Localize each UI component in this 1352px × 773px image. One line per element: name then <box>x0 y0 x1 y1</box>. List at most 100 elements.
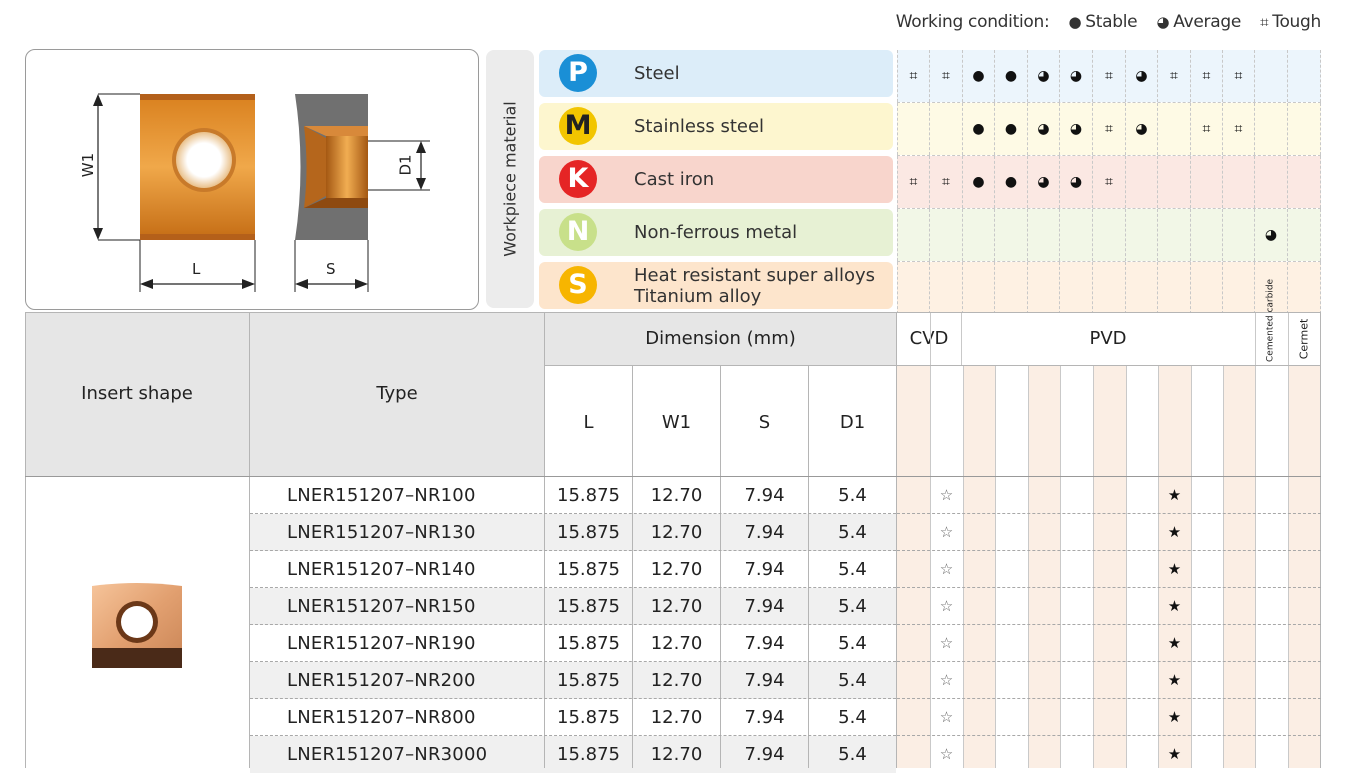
header-bottom-line <box>25 476 1321 477</box>
grade-divider <box>1191 366 1192 768</box>
dim-s-cell: 7.94 <box>744 670 785 691</box>
dim-l-cell: 15.875 <box>557 670 620 691</box>
grade-divider <box>1255 313 1256 768</box>
material-row-m: M Stainless steel <box>539 103 893 150</box>
grade-divider <box>963 366 964 768</box>
material-p-icon: P <box>559 54 597 92</box>
grade-divider <box>1060 366 1061 768</box>
condition-cell <box>897 262 930 314</box>
row-separator <box>897 624 1321 625</box>
grade-divider <box>1288 313 1289 768</box>
working-condition-legend: Working condition: ● Stable ◕ Average ⌗ Tou… <box>895 12 1322 32</box>
stable-icon: ● <box>995 103 1028 155</box>
dim-col-d1: D1 <box>839 412 866 433</box>
condition-cell <box>963 262 995 314</box>
condition-cell <box>995 209 1028 261</box>
row-separator <box>897 513 1321 514</box>
recommended-star-icon: ☆ <box>939 634 954 652</box>
condition-cell <box>1028 209 1060 261</box>
dim-l-cell: 15.875 <box>557 596 620 617</box>
dim-d1-cell: 5.4 <box>838 596 867 617</box>
cvd-header: CVD <box>909 328 949 349</box>
primary-star-icon: ★ <box>1167 486 1182 504</box>
row-separator <box>250 735 896 736</box>
primary-star-icon: ★ <box>1167 523 1182 541</box>
condition-cell <box>1028 262 1060 314</box>
recommended-star-icon: ☆ <box>939 597 954 615</box>
type-cell: LNER151207–NR200 <box>287 670 476 691</box>
condition-cell <box>897 103 930 155</box>
tough-icon: ⌗ <box>1191 103 1223 155</box>
recommended-star-icon: ☆ <box>939 745 954 763</box>
condition-cell <box>1288 156 1321 208</box>
dim-w1-cell: 12.70 <box>650 522 703 543</box>
dim-d1-cell: 5.4 <box>838 670 867 691</box>
material-name: Stainless steel <box>634 116 765 137</box>
condition-cell <box>1060 262 1093 314</box>
cermet-header: Cermet <box>1297 318 1311 360</box>
condition-cell <box>1255 103 1288 155</box>
recommended-star-icon: ☆ <box>939 486 954 504</box>
material-name: Cast iron <box>634 169 715 190</box>
tough-icon: ⌗ <box>1093 103 1126 155</box>
legend-average-label: Average <box>1173 12 1241 32</box>
dim-s-cell: 7.94 <box>744 485 785 506</box>
condition-cell <box>1255 50 1288 102</box>
condition-cell <box>1288 262 1321 314</box>
condition-cell <box>1126 262 1158 314</box>
cermet-header-cell: Cermet <box>1288 316 1320 362</box>
condition-cell <box>897 209 930 261</box>
type-cell: LNER151207–NR150 <box>287 596 476 617</box>
grade-divider <box>995 366 996 768</box>
condition-row-s <box>897 262 1321 314</box>
table-divider <box>249 313 250 768</box>
dim-d1-cell: 5.4 <box>838 744 867 765</box>
tough-icon: ⌗ <box>930 50 963 102</box>
condition-cell <box>1126 209 1158 261</box>
cemented-header-cell: Cemented carbide <box>1256 279 1286 362</box>
condition-cell <box>1158 209 1191 261</box>
dim-w1-cell: 12.70 <box>650 707 703 728</box>
stable-icon: ● <box>995 156 1028 208</box>
row-separator <box>250 550 896 551</box>
material-row-k: K Cast iron <box>539 156 893 203</box>
dim-col-w1: W1 <box>661 412 692 433</box>
table-divider <box>896 313 897 768</box>
insert-drawing: W1 L S D1 <box>25 49 479 310</box>
tough-icon: ⌗ <box>1260 13 1269 31</box>
grade-column-shade <box>963 366 995 768</box>
dim-d1-cell: 5.4 <box>838 522 867 543</box>
dim-s-cell: 7.94 <box>744 596 785 617</box>
dim-w1-cell: 12.70 <box>650 670 703 691</box>
legend-stable-label: Stable <box>1085 12 1138 32</box>
material-name: Non-ferrous metal <box>634 222 798 243</box>
dim-s-cell: 7.94 <box>744 707 785 728</box>
material-n-icon: N <box>559 213 597 251</box>
condition-row-m: ● ● ◕ ◕ ⌗ ◕ ⌗ ⌗ <box>897 103 1321 155</box>
dimension-header: Dimension (mm) <box>645 328 796 349</box>
legend-label: Working condition: <box>895 12 1050 32</box>
average-icon: ◕ <box>1156 13 1170 31</box>
material-name: Heat resistant super alloys Titanium all… <box>634 264 876 307</box>
row-separator <box>250 698 896 699</box>
grade-column-shade <box>1028 366 1060 768</box>
row-separator <box>897 735 1321 736</box>
tough-icon: ⌗ <box>1223 50 1255 102</box>
dim-s-cell: 7.94 <box>744 633 785 654</box>
stable-icon: ● <box>963 50 995 102</box>
grade-column-shade <box>1093 366 1126 768</box>
primary-star-icon: ★ <box>1167 708 1182 726</box>
condition-cell <box>1060 209 1093 261</box>
primary-star-icon: ★ <box>1167 560 1182 578</box>
workpiece-material-text: Workpiece material <box>500 101 520 257</box>
workpiece-material-label: Workpiece material <box>486 50 534 308</box>
recommended-star-icon: ☆ <box>939 523 954 541</box>
dim-d1-cell: 5.4 <box>838 707 867 728</box>
insert-shape-header: Insert shape <box>81 383 193 404</box>
recommended-star-icon: ☆ <box>939 671 954 689</box>
average-icon: ◕ <box>1028 103 1060 155</box>
grade-column-shade <box>1223 366 1255 768</box>
insert-drawing-svg <box>93 93 430 292</box>
table-divider <box>25 313 26 768</box>
stable-icon: ● <box>963 156 995 208</box>
